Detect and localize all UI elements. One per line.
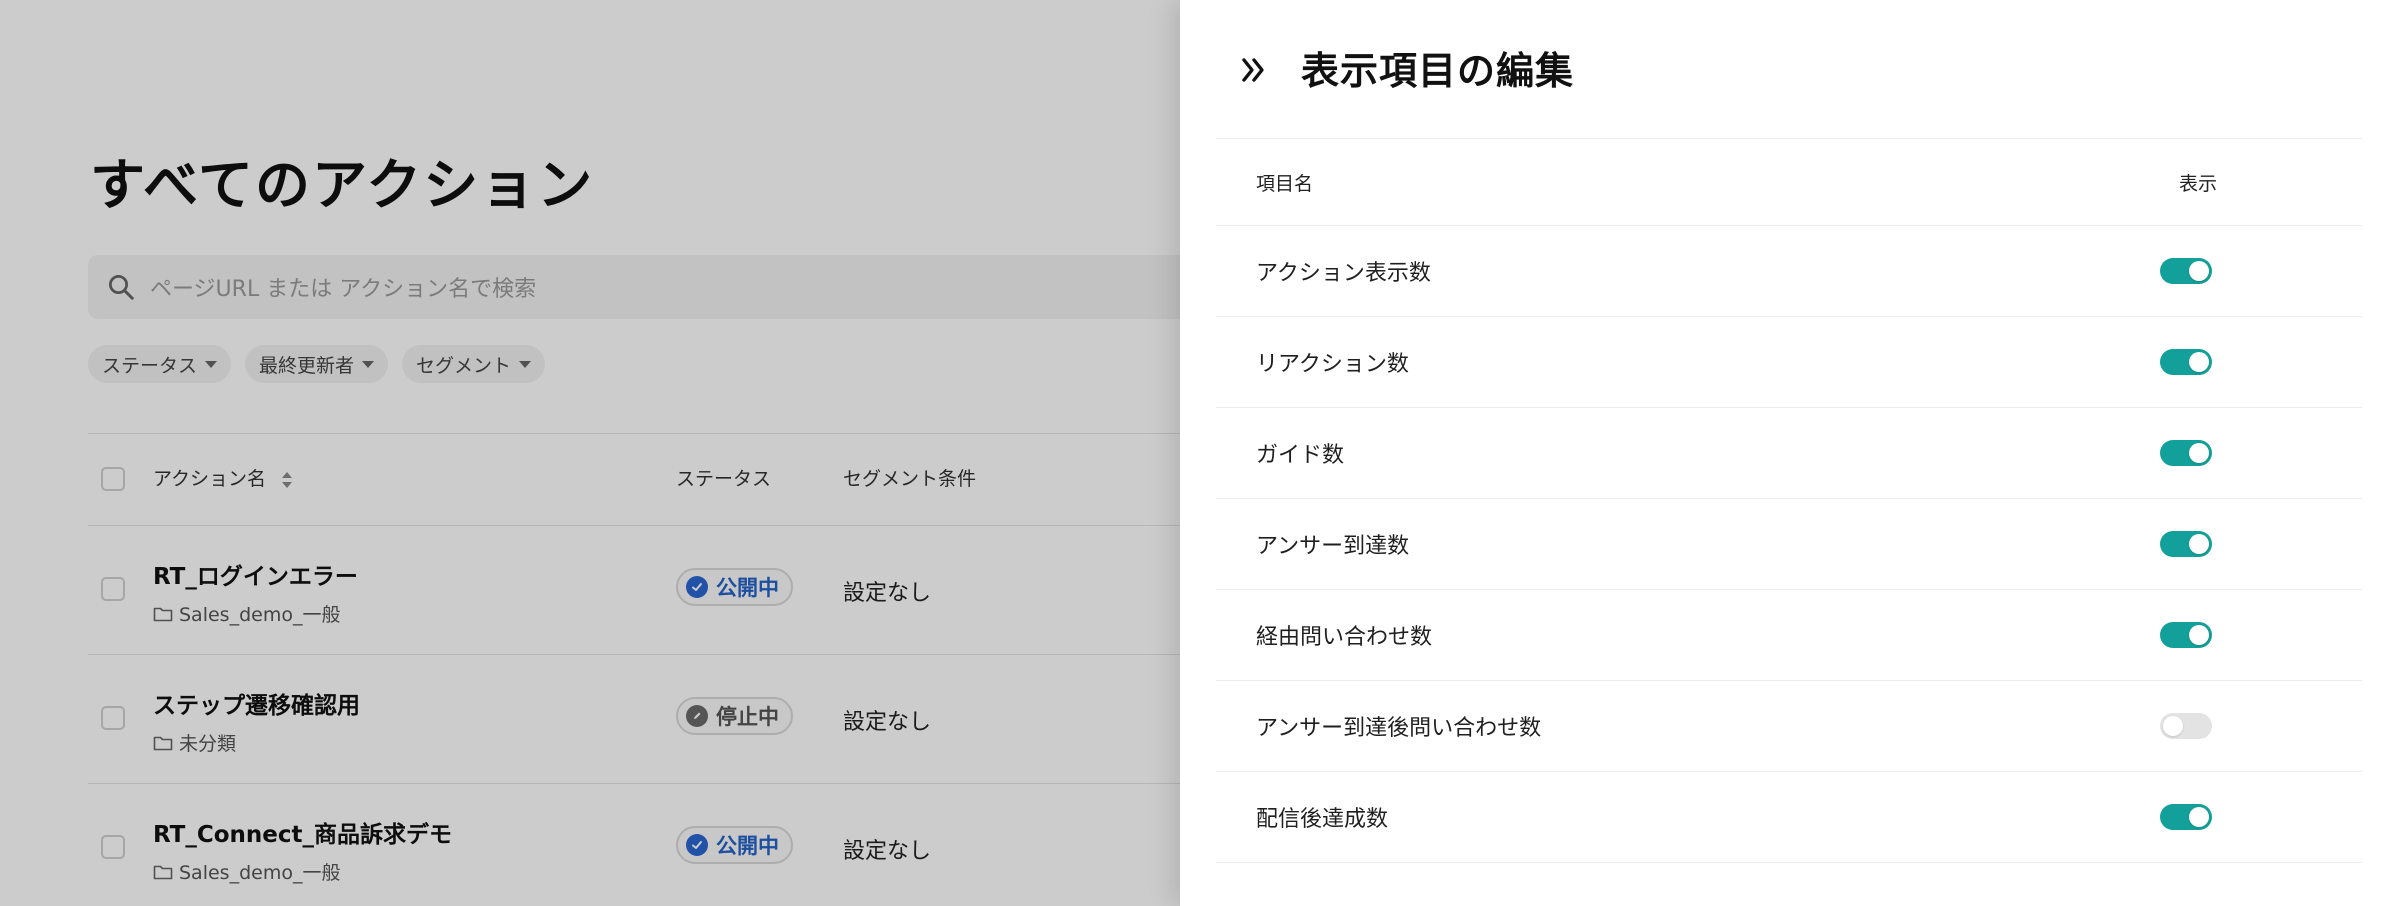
display-toggle[interactable] bbox=[2160, 713, 2212, 739]
display-items-panel: 表示項目の編集 項目名 表示 アクション表示数 リアクション数 ガイド数 アンサ… bbox=[1180, 0, 2388, 906]
header-display: 表示 bbox=[2178, 172, 2217, 195]
display-toggle[interactable] bbox=[2160, 349, 2212, 375]
display-toggle[interactable] bbox=[2160, 258, 2212, 284]
toggle-knob bbox=[2163, 716, 2183, 736]
item-label: 配信後達成数 bbox=[1256, 807, 1389, 832]
item-label: アンサー到達数 bbox=[1256, 534, 1410, 559]
list-item: リアクション数 bbox=[1216, 317, 2362, 408]
list-item: 経由問い合わせ数 bbox=[1216, 590, 2362, 681]
item-label: 経由問い合わせ数 bbox=[1256, 625, 1433, 650]
display-toggle[interactable] bbox=[2160, 531, 2212, 557]
display-toggle[interactable] bbox=[2160, 440, 2212, 466]
display-toggle[interactable] bbox=[2160, 622, 2212, 648]
list-item: アンサー到達数 bbox=[1216, 499, 2362, 590]
list-item: ガイド数 bbox=[1216, 408, 2362, 499]
panel-header: 表示項目の編集 bbox=[1180, 0, 2388, 140]
header-item-name: 項目名 bbox=[1256, 172, 1314, 195]
item-label: アンサー到達後問い合わせ数 bbox=[1256, 716, 1542, 741]
display-toggle[interactable] bbox=[2160, 804, 2212, 830]
toggle-knob bbox=[2189, 443, 2209, 463]
toggle-knob bbox=[2189, 261, 2209, 281]
list-item: アンサー到達後問い合わせ数 bbox=[1216, 681, 2362, 772]
item-label: リアクション数 bbox=[1256, 352, 1409, 377]
double-chevron-right-icon[interactable] bbox=[1236, 50, 1276, 90]
list-item: 配信後達成数 bbox=[1216, 772, 2362, 863]
toggle-knob bbox=[2189, 534, 2209, 554]
toggle-knob bbox=[2189, 352, 2209, 372]
item-label: アクション表示数 bbox=[1256, 261, 1431, 286]
toggle-knob bbox=[2189, 625, 2209, 645]
display-items-list: 項目名 表示 アクション表示数 リアクション数 ガイド数 アンサー到達数 経由問… bbox=[1216, 138, 2362, 863]
panel-title: 表示項目の編集 bbox=[1301, 49, 1575, 93]
toggle-knob bbox=[2189, 807, 2209, 827]
modal-backdrop[interactable] bbox=[0, 0, 1180, 906]
list-item: アクション表示数 bbox=[1216, 226, 2362, 317]
item-label: ガイド数 bbox=[1256, 443, 1345, 468]
list-header: 項目名 表示 bbox=[1216, 138, 2362, 226]
